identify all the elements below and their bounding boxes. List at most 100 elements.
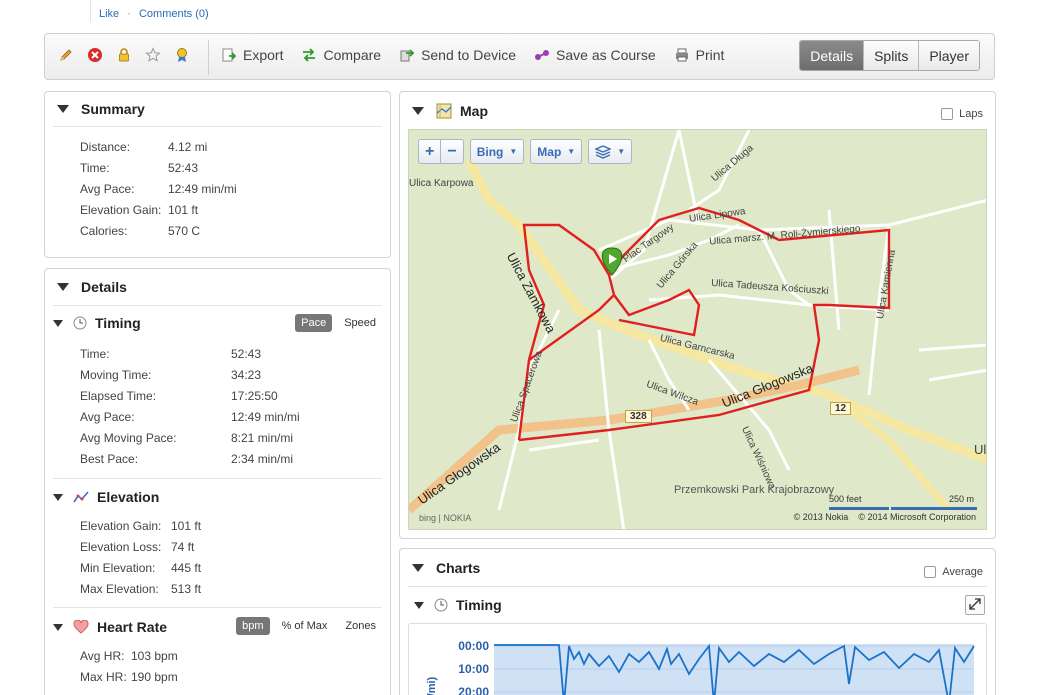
percent-max-toggle[interactable]: % of Max [276, 617, 334, 635]
collapse-triangle-icon [53, 623, 63, 631]
park-label: Przemkowski Park Krajobrazowy [674, 484, 835, 496]
laps-checkbox[interactable] [941, 108, 954, 120]
heart-icon [73, 620, 89, 634]
summary-header[interactable]: Summary [45, 92, 390, 126]
timing-chart-canvas: 00:00 10:00 20:00 (/mi) [426, 639, 975, 695]
speed-toggle[interactable]: Speed [338, 314, 382, 332]
details-header[interactable]: Details [45, 269, 390, 305]
zoom-control: + − [418, 139, 464, 164]
scale-bar-meters [891, 507, 977, 510]
timing-label: Avg Moving Pace: [80, 431, 177, 445]
y-tick-label: 20:00 [458, 685, 489, 695]
street-label: Ulica Karpowa [409, 178, 474, 189]
lock-icon[interactable] [115, 46, 132, 63]
bing-logo: bing | NOKIA [419, 513, 472, 523]
map-layers-dropdown[interactable]: ▼ [588, 139, 633, 164]
summary-title: Summary [81, 101, 145, 117]
toolbar-divider [208, 40, 209, 75]
average-checkbox[interactable] [924, 566, 937, 578]
street-label: Ul [974, 442, 987, 457]
summary-value: 570 C [168, 224, 201, 238]
expand-chart-button[interactable] [965, 595, 985, 615]
laps-label: Laps [959, 108, 983, 120]
timing-value: 34:23 [231, 368, 262, 382]
average-label: Average [942, 566, 983, 578]
pace-toggle[interactable]: Pace [295, 314, 333, 332]
charts-title: Charts [436, 559, 481, 576]
elevation-section-header[interactable]: Elevation [53, 489, 159, 505]
elevation-label: Elevation Loss: [80, 540, 162, 554]
map-type-dropdown[interactable]: Map ▼ [530, 139, 583, 164]
save-as-course-label: Save as Course [556, 47, 656, 63]
timing-chart-title: Timing [456, 597, 502, 613]
elevation-label: Elevation Gain: [80, 519, 162, 533]
player-view-button[interactable]: Player [918, 41, 979, 70]
map-credits: © 2013 Nokia © 2014 Microsoft Corporatio… [794, 512, 976, 522]
expand-icon [969, 597, 981, 613]
timing-value: 2:34 min/mi [231, 452, 294, 466]
route-map[interactable]: + − Bing ▼ Map ▼ ▼ Ulica Karpowa Ulica Z… [408, 129, 987, 530]
comments-link[interactable]: Comments (0) [139, 8, 209, 20]
timing-label: Best Pace: [80, 452, 139, 466]
elevation-value: 445 ft [171, 561, 202, 575]
map-controls: + − Bing ▼ Map ▼ ▼ [418, 139, 633, 164]
charts-header[interactable]: Charts [400, 549, 995, 586]
elevation-value: 74 ft [171, 540, 195, 554]
elevation-chart-icon [73, 490, 89, 504]
timing-value: 17:25:50 [231, 389, 278, 403]
timing-label: Avg Pace: [80, 410, 135, 424]
splits-view-button[interactable]: Splits [863, 41, 919, 70]
collapse-triangle-icon [53, 493, 63, 501]
timing-chart[interactable]: 00:00 10:00 20:00 (/mi) [408, 623, 987, 695]
send-to-device-button[interactable]: Send to Device [399, 47, 516, 63]
map-panel: Map Laps + − Bing ▼ Map ▼ ▼ Ulica Karpow… [399, 91, 996, 539]
summary-label: Elevation Gain: [80, 203, 162, 217]
save-as-course-button[interactable]: Save as Course [534, 47, 656, 63]
scale-meters: 250 m [949, 494, 975, 504]
details-divider [53, 305, 382, 306]
timing-unit-toggle: Pace Speed [295, 314, 382, 332]
like-link[interactable]: Like [99, 8, 119, 20]
activity-toolbar: Export Compare Send to Device Save as Co… [44, 33, 995, 80]
collapse-triangle-icon [57, 105, 69, 113]
provider-label: Bing [476, 144, 504, 159]
print-button[interactable]: Print [674, 47, 724, 63]
laps-toggle[interactable]: Laps [941, 108, 983, 120]
scale-bar-feet [829, 507, 889, 510]
export-button[interactable]: Export [221, 47, 283, 63]
average-toggle[interactable]: Average [924, 566, 983, 578]
send-to-device-label: Send to Device [421, 47, 517, 63]
map-title: Map [460, 102, 488, 119]
heart-rate-section-header[interactable]: Heart Rate [53, 619, 167, 635]
y-tick-label: 00:00 [458, 639, 489, 653]
zones-toggle[interactable]: Zones [339, 617, 382, 635]
bpm-toggle[interactable]: bpm [236, 617, 270, 635]
map-provider-dropdown[interactable]: Bing ▼ [469, 139, 525, 164]
export-label: Export [243, 47, 284, 63]
elevation-label: Max Elevation: [80, 582, 159, 596]
y-axis-unit: (/mi) [426, 676, 438, 695]
print-icon [674, 47, 690, 63]
scale-feet: 500 feet [829, 494, 862, 504]
chevron-down-icon: ▼ [509, 147, 518, 156]
road-shield-328: 328 [625, 410, 652, 423]
section-divider [53, 607, 382, 608]
chevron-down-icon: ▼ [567, 147, 576, 156]
timing-chart-header[interactable]: Timing [414, 597, 502, 613]
collapse-triangle-icon [53, 319, 63, 327]
toolbar-actions: Export Compare Send to Device Save as Co… [221, 47, 724, 63]
zoom-in-button[interactable]: + [419, 140, 440, 163]
charts-panel: Charts Average Timing 00:00 10:00 20:00 … [399, 548, 996, 695]
timing-section-header[interactable]: Timing [53, 315, 141, 331]
delete-icon[interactable] [86, 46, 103, 63]
zoom-out-button[interactable]: − [440, 140, 462, 163]
compare-button[interactable]: Compare [301, 47, 381, 63]
summary-panel: Summary Distance: 4.12 mi Time: 52:43 Avg … [44, 91, 391, 258]
summary-label: Distance: [80, 140, 131, 154]
details-view-button[interactable]: Details [800, 41, 864, 70]
star-icon[interactable] [144, 46, 161, 63]
toolbar-icon-group [57, 46, 190, 63]
pencil-icon[interactable] [57, 46, 74, 63]
map-header[interactable]: Map [400, 92, 995, 129]
award-icon[interactable] [173, 46, 190, 63]
